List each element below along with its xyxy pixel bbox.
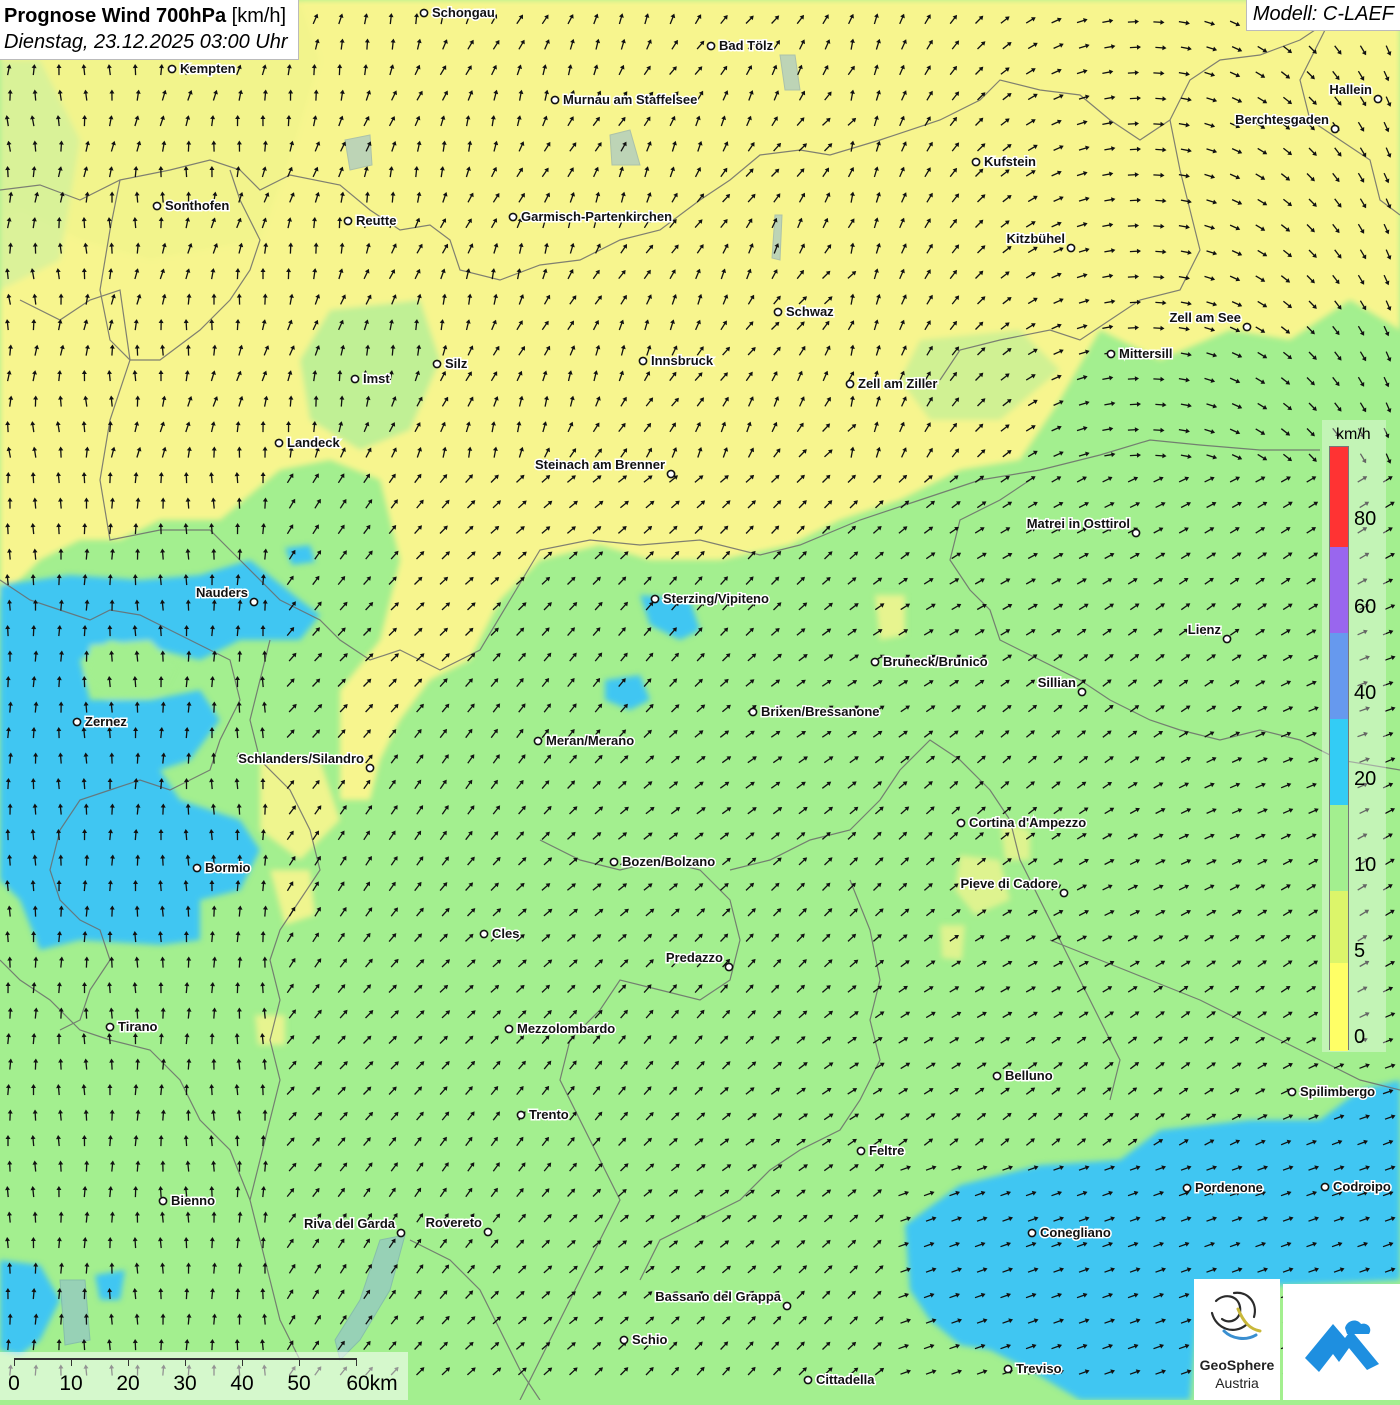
wind-map: SchongauBad TölzKemptenMurnau am Staffel… (0, 0, 1400, 1400)
